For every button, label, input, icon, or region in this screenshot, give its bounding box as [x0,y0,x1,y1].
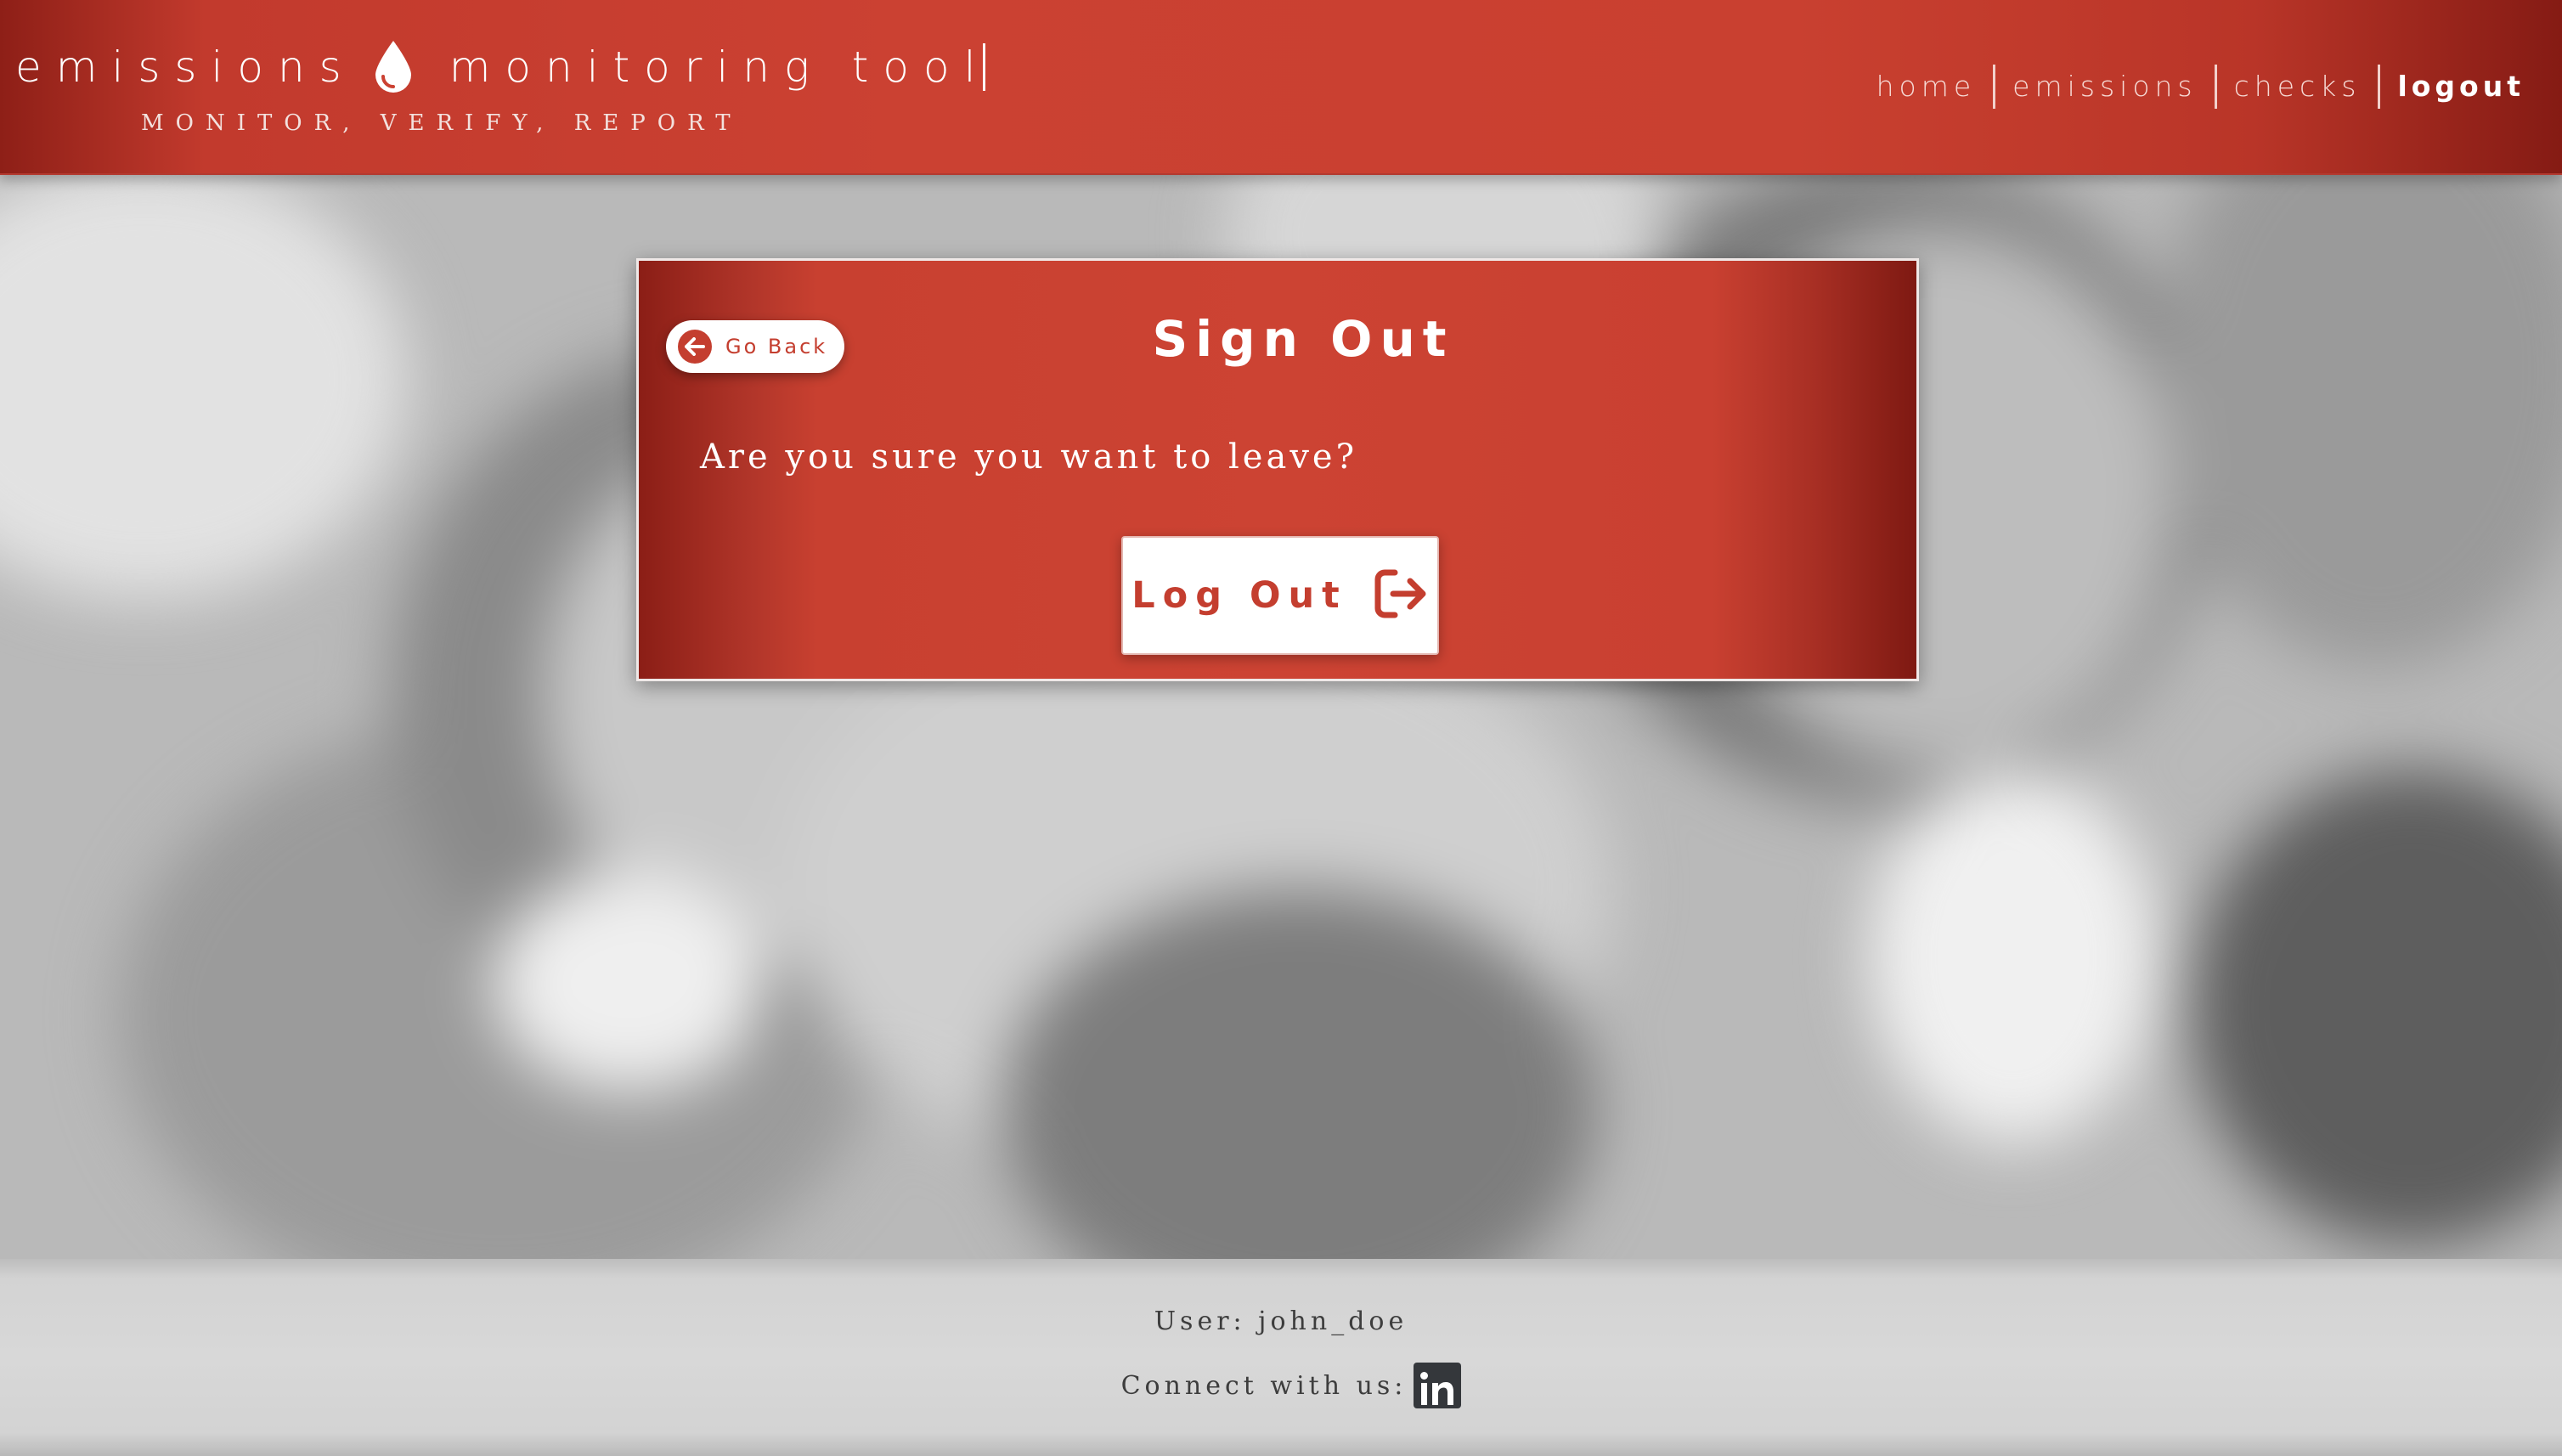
linkedin-icon[interactable] [1414,1363,1462,1408]
site-footer: User: john_doe Connect with us: [0,1259,2562,1456]
sign-out-card: Go Back Sign Out Are you sure you want t… [636,258,1919,681]
connect-label: Connect with us: [1120,1370,1408,1401]
log-out-label: Log Out [1131,574,1347,617]
brand-word-right: monitoring tool [449,42,990,92]
nav-checks[interactable]: checks [2217,65,2379,109]
nav-emissions[interactable]: emissions [1995,65,2214,109]
brand-word-left: emissions [15,42,356,92]
water-drop-icon [368,37,419,97]
brand-cursor [983,43,986,91]
page-title: Sign Out [1152,310,1454,368]
main-nav: home emissions checks logout [1859,65,2525,109]
sign-out-icon [1374,569,1429,622]
brand-logo[interactable]: emissions monitoring tool [15,37,986,97]
log-out-button[interactable]: Log Out [1121,536,1439,655]
confirm-message: Are you sure you want to leave? [700,437,1358,477]
site-header: emissions monitoring tool MONITOR, VERIF… [0,0,2562,175]
tagline: MONITOR, VERIFY, REPORT [141,110,742,136]
nav-home[interactable]: home [1859,65,1994,109]
social-links: Connect with us: [0,1363,2562,1408]
nav-logout[interactable]: logout [2380,65,2525,109]
current-user: User: john_doe [1154,1306,1408,1336]
